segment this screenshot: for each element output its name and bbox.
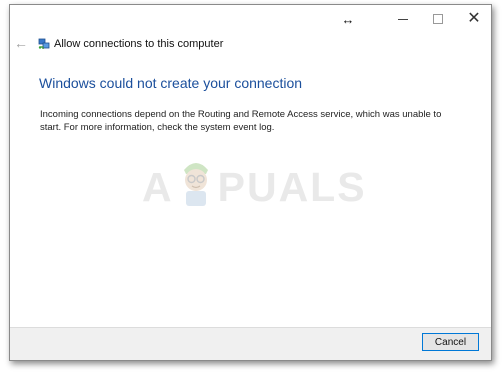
watermark-logo: A PUALS [142,157,367,217]
mascot-icon [176,156,216,218]
close-button[interactable]: ✕ [456,5,491,33]
title-bar[interactable]: ↔ ✕ [10,5,491,33]
watermark-text-right: PUALS [217,163,367,210]
error-heading: Windows could not create your connection [39,75,303,91]
screenshot-frame: ↔ ✕ ← Allow connections to this computer… [0,0,504,373]
network-connection-icon [38,37,50,49]
window-title: Allow connections to this computer [54,38,224,50]
maximize-button[interactable] [420,5,456,33]
error-message: Incoming connections depend on the Routi… [40,109,442,133]
resize-icon: ↔ [341,11,355,27]
back-arrow-icon[interactable]: ← [14,36,28,50]
cancel-button[interactable]: Cancel [422,333,479,351]
minimize-icon [398,18,408,20]
maximize-icon [433,14,443,24]
close-icon: ✕ [467,10,481,27]
minimize-button[interactable] [385,5,421,33]
watermark-text-left: A [142,163,174,210]
dialog-window: ↔ ✕ ← Allow connections to this computer… [9,4,492,361]
dialog-footer: Cancel [10,327,491,360]
